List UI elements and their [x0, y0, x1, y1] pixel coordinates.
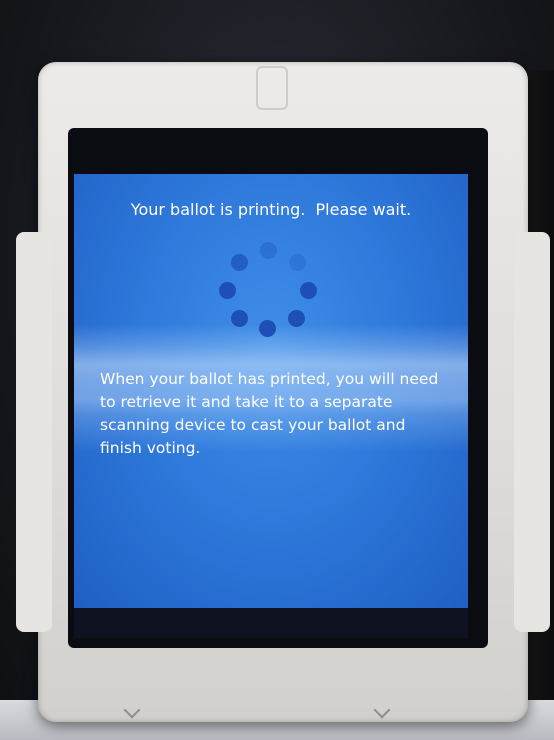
case-grip-left: [16, 232, 52, 632]
spinner-dot: [260, 242, 277, 259]
spinner-dot: [288, 310, 305, 327]
case-grip-right: [514, 232, 550, 632]
spinner-dot: [300, 282, 317, 299]
voting-screen: Your ballot is printing. Please wait. Wh…: [74, 174, 468, 608]
spinner-dot: [259, 320, 276, 337]
screen-bottom-edge: [74, 608, 468, 638]
chevron-down-icon: [373, 701, 391, 719]
spinner-dot: [289, 254, 306, 271]
photo-scene: Your ballot is printing. Please wait. Wh…: [0, 0, 554, 740]
loading-spinner-icon: [219, 240, 319, 340]
spinner-dot: [219, 282, 236, 299]
spinner-dot: [231, 310, 248, 327]
spinner-dot: [231, 254, 248, 271]
printing-status-title: Your ballot is printing. Please wait.: [130, 200, 412, 219]
camera-notch: [256, 66, 288, 110]
chevron-down-icon: [123, 701, 141, 719]
instructions-text: When your ballot has printed, you will n…: [100, 370, 439, 457]
